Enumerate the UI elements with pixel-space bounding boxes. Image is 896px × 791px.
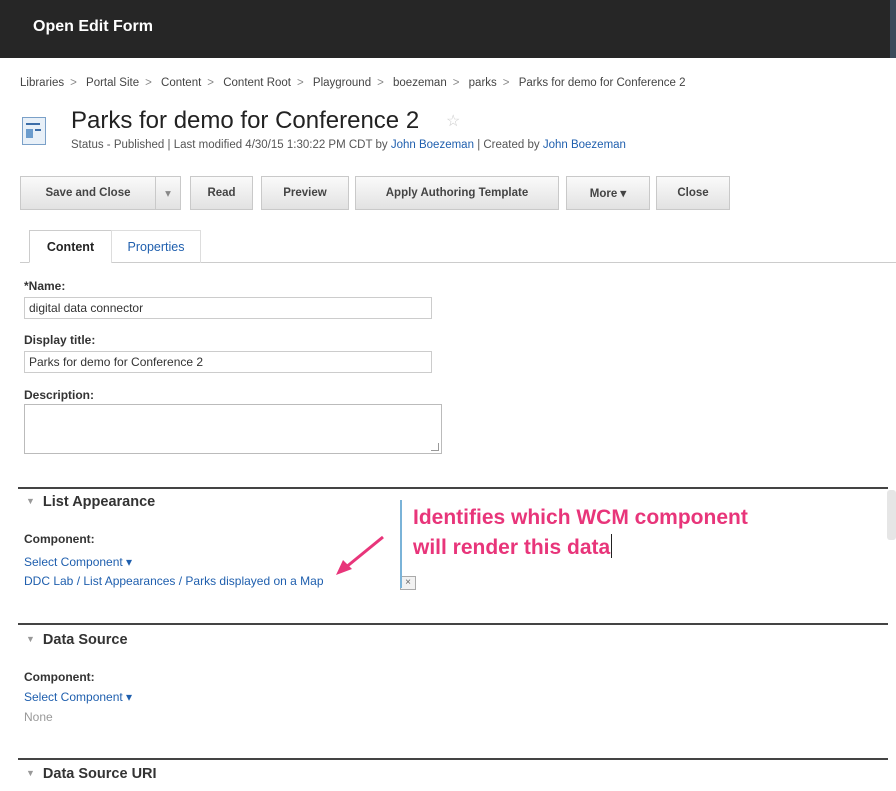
list-appearance-component-label: Component: [24, 532, 95, 546]
breadcrumb-separator: > [70, 77, 77, 89]
annotation-line [400, 500, 402, 588]
description-label: Description: [24, 388, 95, 402]
title-bar: Open Edit Form [0, 0, 896, 58]
breadcrumb-portal-site[interactable]: Portal Site [86, 77, 139, 89]
data-source-select-component[interactable]: Select Component ▾ [24, 690, 132, 704]
read-button[interactable]: Read [190, 176, 253, 210]
list-appearance-select-component[interactable]: Select Component ▾ [24, 555, 132, 569]
breadcrumb-separator: > [452, 77, 460, 89]
star-icon[interactable]: ☆ [446, 111, 460, 131]
remove-component-icon[interactable]: × [400, 576, 416, 590]
breadcrumb-content-root[interactable]: Content Root [223, 77, 291, 89]
name-field[interactable]: digital data connector [24, 297, 432, 319]
list-appearance-header[interactable]: ▼ List Appearance [26, 494, 155, 510]
collapse-icon[interactable]: ▼ [26, 768, 35, 778]
annotation-line1: Identifies which WCM component [413, 506, 748, 529]
breadcrumb-separator: > [502, 77, 510, 89]
breadcrumb-separator: > [207, 77, 215, 89]
list-appearance-title: List Appearance [42, 494, 156, 510]
resize-grip-icon[interactable] [431, 443, 439, 451]
data-source-title: Data Source [42, 632, 128, 648]
created-text: | Created by [477, 139, 540, 151]
breadcrumb-content[interactable]: Content [161, 77, 201, 89]
breadcrumb-separator: > [296, 77, 304, 89]
text-cursor [611, 534, 613, 558]
breadcrumb: Libraries > Portal Site > Content > Content… [20, 77, 686, 89]
modified-by-link[interactable]: John Boezeman [391, 139, 474, 151]
close-button[interactable]: Close [656, 176, 730, 210]
description-field[interactable] [24, 404, 442, 454]
data-source-uri-title: Data Source URI [42, 766, 157, 782]
annotation-callout: Identifies which WCM component will rend… [413, 503, 748, 563]
data-source-uri-header[interactable]: ▼ Data Source URI [26, 766, 157, 782]
section-divider [18, 487, 888, 489]
breadcrumb-parks[interactable]: parks [469, 77, 497, 89]
name-label: *Name: [24, 279, 66, 293]
save-and-close-button[interactable]: Save and Close [20, 176, 156, 210]
breadcrumb-libraries[interactable]: Libraries [20, 77, 64, 89]
data-source-header[interactable]: ▼ Data Source [26, 632, 128, 648]
tab-properties[interactable]: Properties [111, 230, 201, 263]
status-text: Status - Published | Last modified 4/30/… [71, 139, 388, 151]
annotation-line2: will render this data [413, 536, 611, 559]
apply-authoring-template-button[interactable]: Apply Authoring Template [355, 176, 559, 210]
more-button[interactable]: More ▾ [566, 176, 650, 210]
document-icon [22, 117, 46, 145]
breadcrumb-current: Parks for demo for Conference 2 [518, 77, 686, 89]
display-title-field[interactable]: Parks for demo for Conference 2 [24, 351, 432, 373]
created-by-link[interactable]: John Boezeman [543, 139, 626, 151]
breadcrumb-playground[interactable]: Playground [313, 77, 371, 89]
breadcrumb-separator: > [145, 77, 152, 89]
window-title: Open Edit Form [33, 18, 153, 35]
section-divider [18, 623, 888, 625]
status-line: Status - Published | Last modified 4/30/… [71, 139, 626, 151]
collapse-icon[interactable]: ▼ [26, 634, 35, 644]
data-source-value: None [24, 710, 53, 724]
page-title: Parks for demo for Conference 2 [71, 107, 420, 134]
title-bar-edge [890, 0, 896, 58]
data-source-component-label: Component: [24, 670, 95, 684]
selected-component-link[interactable]: DDC Lab / List Appearances / Parks displ… [24, 574, 324, 588]
save-dropdown-button[interactable]: ▾ [155, 176, 181, 210]
display-title-label: Display title: [24, 333, 96, 347]
collapse-icon[interactable]: ▼ [26, 496, 35, 506]
preview-button[interactable]: Preview [261, 176, 349, 210]
section-divider [18, 758, 888, 760]
scrollbar[interactable] [887, 490, 896, 540]
breadcrumb-boezeman[interactable]: boezeman [393, 77, 447, 89]
breadcrumb-separator: > [377, 77, 384, 89]
tab-content[interactable]: Content [29, 230, 112, 263]
